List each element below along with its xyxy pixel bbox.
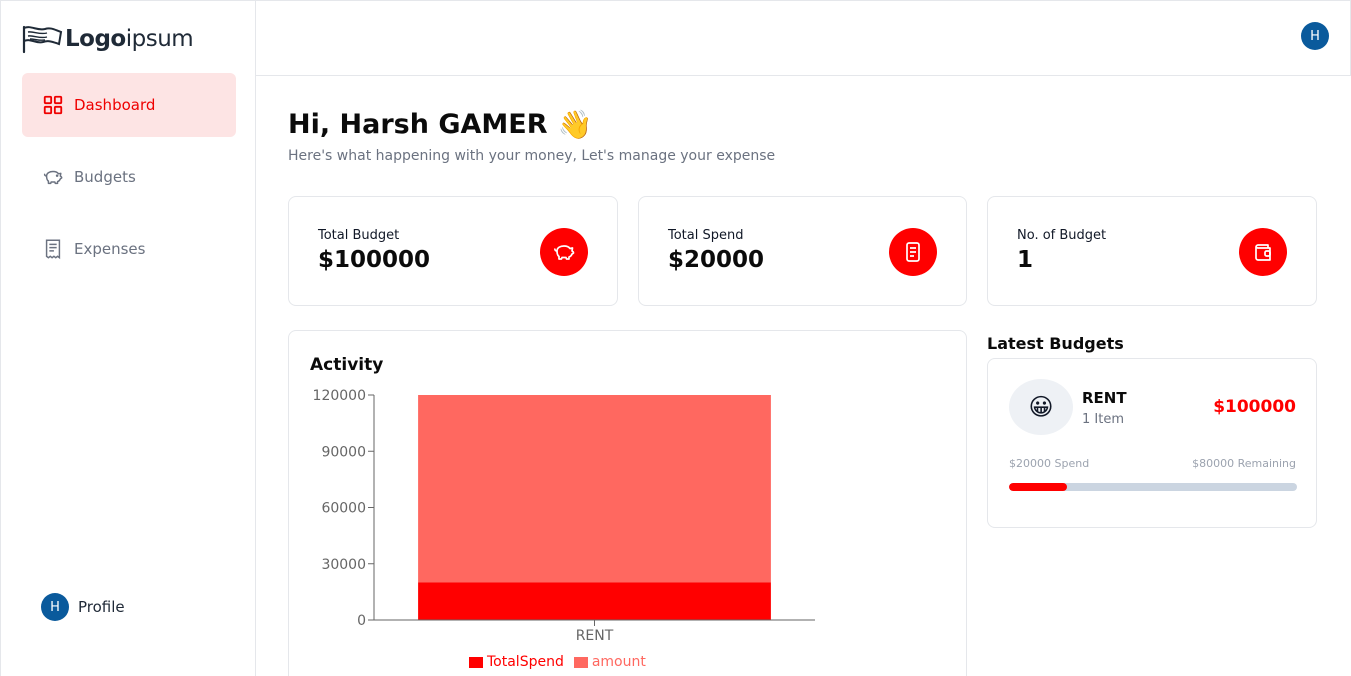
budget-progress-bar bbox=[1009, 483, 1297, 491]
legend-swatch bbox=[573, 656, 588, 668]
piggy-bank-icon bbox=[43, 170, 63, 185]
waving-hand-icon: 👋 bbox=[557, 108, 593, 141]
card-label: Total Spend bbox=[668, 228, 744, 243]
budget-name: RENT bbox=[1082, 389, 1127, 407]
card-value: $20000 bbox=[668, 247, 765, 273]
chart-legend: TotalSpend amount bbox=[469, 654, 656, 670]
sidebar-item-budgets[interactable]: Budgets bbox=[22, 145, 236, 209]
y-tick-label: 90000 bbox=[321, 444, 366, 460]
profile-label: Profile bbox=[78, 598, 125, 616]
legend-swatch bbox=[469, 656, 483, 668]
total-budget-card: Total Budget $100000 bbox=[288, 196, 618, 306]
budget-spend-text: $20000 Spend bbox=[1009, 457, 1090, 470]
budget-amount: $100000 bbox=[1213, 397, 1296, 417]
bar-amount bbox=[418, 395, 771, 583]
greeting-text: Hi, Harsh GAMER bbox=[288, 109, 548, 140]
profile-link[interactable]: H Profile bbox=[41, 593, 125, 621]
card-value: 1 bbox=[1017, 247, 1034, 273]
sidebar-item-label: Dashboard bbox=[74, 96, 156, 114]
budget-remaining-text: $80000 Remaining bbox=[1192, 457, 1296, 470]
legend-label: amount bbox=[591, 654, 646, 670]
total-spend-card: Total Spend $20000 bbox=[638, 196, 967, 306]
card-label: No. of Budget bbox=[1017, 228, 1107, 243]
sidebar-item-label: Budgets bbox=[74, 168, 136, 186]
budget-emoji-icon: 😀 bbox=[1009, 379, 1073, 435]
receipt-icon bbox=[889, 228, 937, 276]
grid-icon bbox=[43, 95, 63, 115]
budget-card[interactable]: 😀 RENT 1 Item $100000 $20000 Spend $8000… bbox=[987, 358, 1317, 528]
budget-count-card: No. of Budget 1 bbox=[987, 196, 1317, 306]
legend-item[interactable]: amount bbox=[573, 654, 646, 670]
top-bar: H bbox=[256, 0, 1351, 76]
y-tick-label: 30000 bbox=[321, 557, 366, 573]
user-avatar-button[interactable]: H bbox=[1301, 22, 1329, 50]
page-title: Hi, Harsh GAMER 👋 bbox=[288, 108, 592, 141]
logo[interactable]: Logoipsum bbox=[21, 21, 194, 57]
budget-progress-fill bbox=[1009, 483, 1067, 491]
y-tick-label: 60000 bbox=[321, 501, 366, 517]
piggy-bank-icon bbox=[540, 228, 588, 276]
legend-label: TotalSpend bbox=[487, 654, 564, 670]
sidebar-item-dashboard[interactable]: Dashboard bbox=[22, 73, 236, 137]
flag-logo-icon bbox=[22, 25, 63, 54]
card-value: $100000 bbox=[318, 247, 431, 273]
logo-text: Logoipsum bbox=[65, 26, 194, 52]
activity-chart: RENT 0 30000 60000 90000 120000 bbox=[313, 388, 815, 644]
receipt-icon bbox=[45, 239, 61, 260]
sidebar: Logoipsum Dashboard Budgets Expenses H P… bbox=[0, 0, 256, 676]
avatar[interactable]: H bbox=[41, 593, 69, 621]
y-tick-label: 120000 bbox=[313, 388, 366, 404]
sidebar-item-expenses[interactable]: Expenses bbox=[22, 217, 236, 281]
legend-item[interactable]: TotalSpend bbox=[469, 654, 564, 670]
activity-panel: Activity RENT 0 30000 60000 90000 120000 Tota… bbox=[288, 330, 967, 676]
y-tick-label: 0 bbox=[357, 613, 366, 629]
x-tick-label: RENT bbox=[576, 628, 614, 644]
bar-totalspend bbox=[418, 582, 771, 620]
card-label: Total Budget bbox=[318, 228, 400, 243]
sidebar-item-label: Expenses bbox=[74, 240, 146, 258]
wallet-icon bbox=[1239, 228, 1287, 276]
latest-budgets-title: Latest Budgets bbox=[987, 334, 1124, 353]
page-subtitle: Here's what happening with your money, L… bbox=[288, 148, 776, 164]
budget-item-count: 1 Item bbox=[1082, 412, 1124, 427]
